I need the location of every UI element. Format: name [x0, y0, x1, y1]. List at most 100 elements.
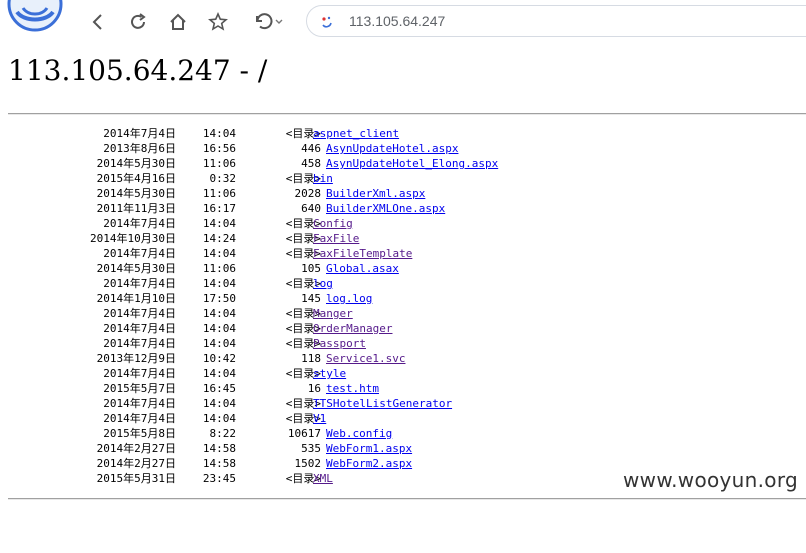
divider-top	[8, 113, 806, 115]
file-link[interactable]: WebForm1.aspx	[326, 441, 412, 456]
directory-listing: 2014年7月4日 14:04 <目录> aspnet_client 2013年8月6日…	[0, 126, 806, 486]
entry-date: 2015年5月8日	[103, 427, 176, 440]
listing-row: 2014年7月4日 14:04 <目录> Config	[0, 216, 806, 231]
listing-row: 2015年5月7日 16:45 16 test.htm	[0, 381, 806, 396]
entry-date: 2014年1月10日	[96, 292, 176, 305]
entry-time: 14:04	[202, 217, 236, 230]
entry-time: 11:06	[202, 262, 236, 275]
star-icon	[208, 12, 228, 32]
entry-date: 2013年8月6日	[103, 142, 176, 155]
entry-time: 10:42	[202, 352, 236, 365]
reload-button[interactable]	[126, 10, 150, 34]
browser-logo[interactable]	[4, 0, 66, 32]
entry-size: 10617	[287, 427, 321, 440]
site-info-icon[interactable]	[319, 14, 335, 30]
entry-date: 2014年7月4日	[103, 412, 176, 425]
file-link[interactable]: AsynUpdateHotel.aspx	[326, 141, 458, 156]
listing-row: 2014年7月4日 14:04 <目录> style	[0, 366, 806, 381]
entry-date: 2014年2月27日	[96, 442, 176, 455]
listing-row: 2015年5月8日 8:22 10617 Web.config	[0, 426, 806, 441]
folder-link[interactable]: V1	[313, 411, 326, 426]
page-title: 113.105.64.247 - /	[8, 54, 268, 87]
file-link[interactable]: AsynUpdateHotel_Elong.aspx	[326, 156, 498, 171]
entry-time: 11:06	[202, 187, 236, 200]
entry-size: 458	[301, 157, 321, 170]
file-link[interactable]: Web.config	[326, 426, 392, 441]
url-text: 113.105.64.247	[349, 13, 446, 29]
file-link[interactable]: WebForm2.aspx	[326, 456, 412, 471]
entry-time: 14:58	[202, 457, 236, 470]
entry-time: 16:56	[202, 142, 236, 155]
entry-time: 8:22	[209, 427, 237, 440]
folder-link[interactable]: TTSHotelListGenerator	[313, 396, 452, 411]
listing-row: 2014年7月4日 14:04 <目录> FaxFileTemplate	[0, 246, 806, 261]
file-link[interactable]: BuilderXml.aspx	[326, 186, 425, 201]
folder-link[interactable]: OrderManager	[313, 321, 392, 336]
entry-date: 2014年7月4日	[103, 397, 176, 410]
listing-row: 2014年2月27日 14:58 535 WebForm1.aspx	[0, 441, 806, 456]
entry-time: 14:04	[202, 127, 236, 140]
listing-row: 2013年8月6日 16:56 446 AsynUpdateHotel.aspx	[0, 141, 806, 156]
entry-time: 17:50	[202, 292, 236, 305]
entry-time: 14:04	[202, 397, 236, 410]
entry-size: 145	[301, 292, 321, 305]
back-button[interactable]	[86, 10, 110, 34]
entry-date: 2014年7月4日	[103, 307, 176, 320]
entry-time: 14:04	[202, 307, 236, 320]
entry-size: 16	[307, 382, 321, 395]
entry-date: 2014年5月30日	[96, 157, 176, 170]
entry-date: 2014年5月30日	[96, 187, 176, 200]
browser-toolbar: 113.105.64.247	[0, 0, 806, 42]
file-link[interactable]: Global.asax	[326, 261, 399, 276]
folder-link[interactable]: aspnet_client	[313, 126, 399, 141]
folder-link[interactable]: style	[313, 366, 346, 381]
entry-date: 2014年7月4日	[103, 277, 176, 290]
undo-button[interactable]	[252, 10, 288, 34]
entry-time: 14:04	[202, 277, 236, 290]
entry-date: 2014年7月4日	[103, 247, 176, 260]
folder-link[interactable]: log	[313, 276, 333, 291]
listing-row: 2014年1月10日 17:50 145 log.log	[0, 291, 806, 306]
chevron-left-icon	[88, 12, 108, 32]
entry-time: 14:04	[202, 322, 236, 335]
folder-link[interactable]: FaxFile	[313, 231, 359, 246]
entry-size: 2028	[294, 187, 322, 200]
listing-row: 2014年5月30日 11:06 2028 BuilderXml.aspx	[0, 186, 806, 201]
home-button[interactable]	[166, 10, 190, 34]
entry-date: 2014年7月4日	[103, 217, 176, 230]
folder-link[interactable]: FaxFileTemplate	[313, 246, 412, 261]
listing-row: 2014年7月4日 14:04 <目录> aspnet_client	[0, 126, 806, 141]
listing-row: 2014年10月30日 14:24 <目录> FaxFile	[0, 231, 806, 246]
entry-time: 14:58	[202, 442, 236, 455]
listing-row: 2014年5月30日 11:06 458 AsynUpdateHotel_Elong.…	[0, 156, 806, 171]
address-bar[interactable]: 113.105.64.247	[306, 5, 806, 37]
folder-link[interactable]: Config	[313, 216, 353, 231]
file-link[interactable]: BuilderXMLOne.aspx	[326, 201, 445, 216]
folder-link[interactable]: bin	[313, 171, 333, 186]
file-link[interactable]: test.htm	[326, 381, 379, 396]
entry-date: 2014年10月30日	[90, 232, 176, 245]
divider-bottom	[8, 498, 806, 500]
entry-date: 2011年11月3日	[96, 202, 176, 215]
listing-row: 2013年12月9日 10:42 118 Service1.svc	[0, 351, 806, 366]
bookmark-button[interactable]	[206, 10, 230, 34]
file-link[interactable]: log.log	[326, 291, 372, 306]
entry-time: 14:04	[202, 367, 236, 380]
listing-row: 2011年11月3日 16:17 640 BuilderXMLOne.aspx	[0, 201, 806, 216]
entry-time: 16:17	[202, 202, 236, 215]
entry-size: 1502	[294, 457, 322, 470]
entry-time: 23:45	[202, 472, 236, 485]
entry-date: 2014年7月4日	[103, 127, 176, 140]
listing-row: 2014年7月4日 14:04 <目录> log	[0, 276, 806, 291]
listing-row: 2015年4月16日 0:32 <目录> bin	[0, 171, 806, 186]
entry-time: 16:45	[202, 382, 236, 395]
file-link[interactable]: Service1.svc	[326, 351, 405, 366]
entry-size: 105	[301, 262, 321, 275]
folder-link[interactable]: Passport	[313, 336, 366, 351]
entry-size: 535	[301, 442, 321, 455]
folder-link[interactable]: XML	[313, 471, 333, 486]
reload-icon	[128, 12, 148, 32]
entry-size: 118	[301, 352, 321, 365]
folder-link[interactable]: Manger	[313, 306, 353, 321]
entry-date: 2014年5月30日	[96, 262, 176, 275]
